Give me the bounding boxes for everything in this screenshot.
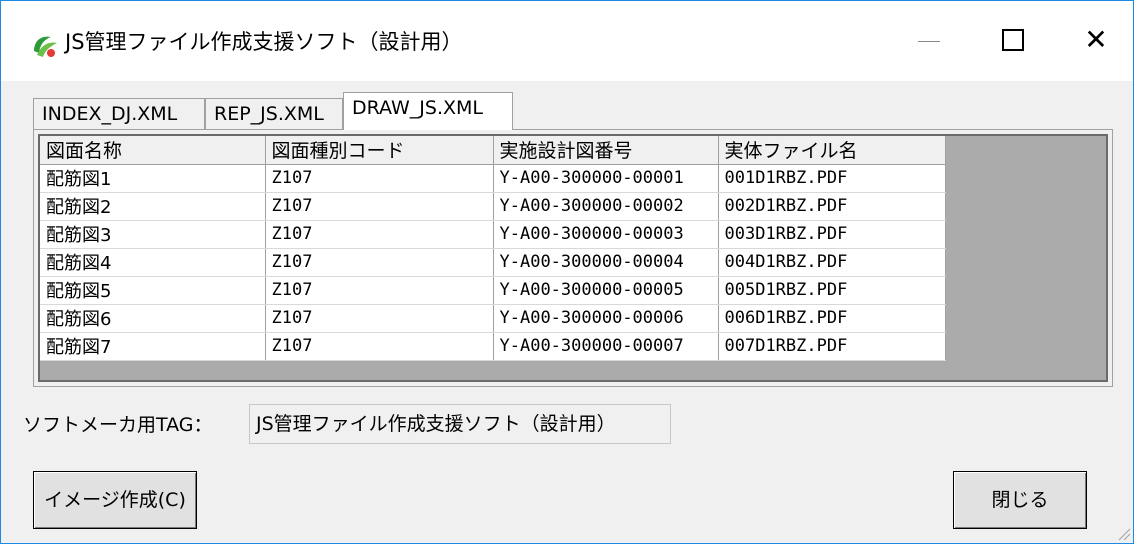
table-header-row: 図面名称 図面種別コード 実施設計図番号 実体ファイル名 (40, 136, 946, 165)
cell-file-name[interactable]: 004D1RBZ.PDF (718, 248, 946, 277)
cell-design-number[interactable]: Y-A00-300000-00005 (493, 276, 719, 305)
cell-drawing-name[interactable]: 配筋図4 (40, 248, 266, 277)
cell-file-name[interactable]: 001D1RBZ.PDF (718, 164, 946, 193)
resize-grip-icon[interactable] (1115, 525, 1131, 541)
cell-drawing-name[interactable]: 配筋図7 (40, 332, 266, 361)
cell-file-name[interactable]: 007D1RBZ.PDF (718, 332, 946, 361)
maximize-button[interactable] (999, 25, 1029, 55)
drawing-table: 図面名称 図面種別コード 実施設計図番号 実体ファイル名 配筋図1 Z107 Y… (40, 136, 946, 361)
column-header-design-number[interactable]: 実施設計図番号 (493, 136, 719, 165)
column-header-file-name[interactable]: 実体ファイル名 (718, 136, 946, 165)
table-row[interactable]: 配筋図5 Z107 Y-A00-300000-00005 005D1RBZ.PD… (40, 276, 946, 305)
title-bar[interactable]: JS管理ファイル作成支援ソフト（設計用） ✕ (1, 1, 1133, 81)
cell-design-number[interactable]: Y-A00-300000-00007 (493, 332, 719, 361)
column-header-type-code[interactable]: 図面種別コード (265, 136, 494, 165)
tag-field: JS管理ファイル作成支援ソフト（設計用） (249, 404, 671, 444)
cell-design-number[interactable]: Y-A00-300000-00004 (493, 248, 719, 277)
window-title: JS管理ファイル作成支援ソフト（設計用） (65, 30, 463, 54)
cell-drawing-name[interactable]: 配筋図5 (40, 276, 266, 305)
table-row[interactable]: 配筋図3 Z107 Y-A00-300000-00003 003D1RBZ.PD… (40, 220, 946, 249)
minimize-button[interactable] (916, 25, 946, 55)
column-header-drawing-name[interactable]: 図面名称 (40, 136, 266, 165)
cell-type-code[interactable]: Z107 (265, 220, 494, 249)
drawing-grid[interactable]: 図面名称 図面種別コード 実施設計図番号 実体ファイル名 配筋図1 Z107 Y… (38, 134, 1108, 382)
cell-drawing-name[interactable]: 配筋図6 (40, 304, 266, 333)
cell-drawing-name[interactable]: 配筋図1 (40, 164, 266, 193)
cell-type-code[interactable]: Z107 (265, 276, 494, 305)
create-image-button[interactable]: イメージ作成(C) (33, 471, 197, 529)
table-row[interactable]: 配筋図7 Z107 Y-A00-300000-00007 007D1RBZ.PD… (40, 332, 946, 361)
table-row[interactable]: 配筋図2 Z107 Y-A00-300000-00002 002D1RBZ.PD… (40, 192, 946, 221)
cell-type-code[interactable]: Z107 (265, 164, 494, 193)
tab-rep-js-xml[interactable]: REP_JS.XML (205, 98, 343, 130)
cell-drawing-name[interactable]: 配筋図2 (40, 192, 266, 221)
cell-design-number[interactable]: Y-A00-300000-00006 (493, 304, 719, 333)
tag-label: ソフトメーカ用TAG： (23, 414, 213, 436)
cell-file-name[interactable]: 002D1RBZ.PDF (718, 192, 946, 221)
cell-drawing-name[interactable]: 配筋図3 (40, 220, 266, 249)
cell-design-number[interactable]: Y-A00-300000-00003 (493, 220, 719, 249)
cell-file-name[interactable]: 005D1RBZ.PDF (718, 276, 946, 305)
cell-type-code[interactable]: Z107 (265, 192, 494, 221)
table-row[interactable]: 配筋図4 Z107 Y-A00-300000-00004 004D1RBZ.PD… (40, 248, 946, 277)
cell-type-code[interactable]: Z107 (265, 304, 494, 333)
main-window: JS管理ファイル作成支援ソフト（設計用） ✕ INDEX_DJ.XML REP_… (0, 0, 1134, 544)
table-row[interactable]: 配筋図6 Z107 Y-A00-300000-00006 006D1RBZ.PD… (40, 304, 946, 333)
close-window-button[interactable]: ✕ (1081, 25, 1111, 55)
tab-panel-draw: 図面名称 図面種別コード 実施設計図番号 実体ファイル名 配筋図1 Z107 Y… (33, 129, 1113, 387)
cell-file-name[interactable]: 003D1RBZ.PDF (718, 220, 946, 249)
app-icon (31, 31, 61, 59)
cell-design-number[interactable]: Y-A00-300000-00002 (493, 192, 719, 221)
cell-type-code[interactable]: Z107 (265, 248, 494, 277)
cell-type-code[interactable]: Z107 (265, 332, 494, 361)
tab-draw-js-xml[interactable]: DRAW_JS.XML (343, 92, 513, 130)
table-row[interactable]: 配筋図1 Z107 Y-A00-300000-00001 001D1RBZ.PD… (40, 164, 946, 193)
cell-design-number[interactable]: Y-A00-300000-00001 (493, 164, 719, 193)
cell-file-name[interactable]: 006D1RBZ.PDF (718, 304, 946, 333)
tab-index-dj-xml[interactable]: INDEX_DJ.XML (33, 98, 205, 130)
close-button[interactable]: 閉じる (953, 471, 1087, 529)
